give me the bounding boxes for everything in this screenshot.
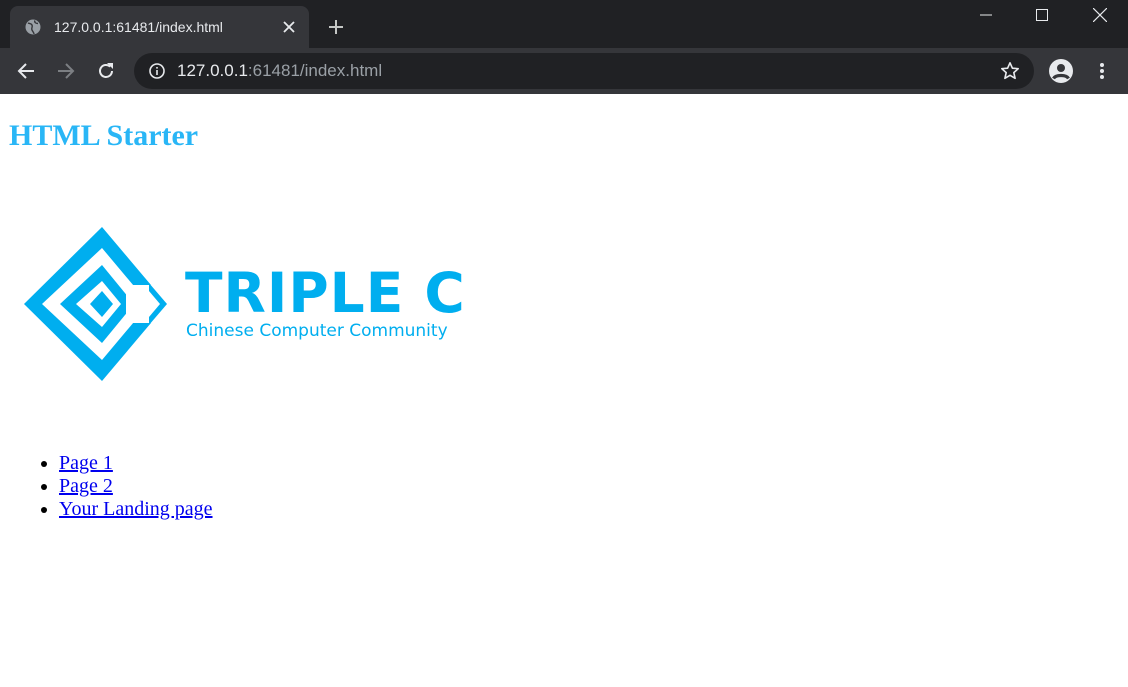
globe-icon bbox=[24, 18, 42, 36]
url-host: 127.0.0.1 bbox=[177, 61, 248, 80]
link-page-1[interactable]: Page 1 bbox=[59, 452, 113, 474]
link-landing-page[interactable]: Your Landing page bbox=[59, 498, 213, 520]
tab-title: 127.0.0.1:61481/index.html bbox=[54, 19, 223, 35]
logo-main-text: TRIPLE C bbox=[185, 261, 466, 325]
close-tab-icon[interactable] bbox=[279, 17, 299, 37]
url-path: :61481/index.html bbox=[247, 61, 383, 80]
minimize-icon[interactable] bbox=[958, 0, 1014, 30]
list-item: Page 2 bbox=[59, 475, 213, 498]
browser-tab[interactable]: 127.0.0.1:61481/index.html bbox=[10, 6, 309, 48]
browser-toolbar: 127.0.0.1:61481/index.html bbox=[0, 48, 1128, 94]
more-menu-icon[interactable] bbox=[1088, 57, 1116, 85]
reload-icon[interactable] bbox=[92, 57, 120, 85]
tab-strip: 127.0.0.1:61481/index.html bbox=[0, 0, 1128, 48]
forward-arrow-icon[interactable] bbox=[52, 57, 80, 85]
window-close-icon[interactable] bbox=[1072, 0, 1128, 30]
bookmark-star-icon[interactable] bbox=[998, 59, 1022, 83]
back-arrow-icon[interactable] bbox=[12, 57, 40, 85]
profile-avatar-icon[interactable] bbox=[1047, 57, 1075, 85]
logo-mark-icon bbox=[24, 227, 172, 381]
list-item: Page 1 bbox=[59, 452, 213, 475]
site-info-icon[interactable] bbox=[148, 62, 166, 80]
maximize-icon[interactable] bbox=[1014, 0, 1070, 30]
page-title: HTML Starter bbox=[9, 119, 199, 152]
list-item: Your Landing page bbox=[59, 498, 213, 521]
link-page-2[interactable]: Page 2 bbox=[59, 475, 113, 497]
browser-chrome: 127.0.0.1:61481/index.html 127.0.0.1:614… bbox=[0, 0, 1128, 94]
address-bar[interactable]: 127.0.0.1:61481/index.html bbox=[134, 53, 1034, 89]
url-text: 127.0.0.1:61481/index.html bbox=[177, 61, 998, 81]
logo-sub-text: Chinese Computer Community bbox=[186, 321, 448, 341]
new-tab-icon[interactable] bbox=[324, 15, 348, 39]
triple-c-logo: TRIPLE C Chinese Computer Community bbox=[22, 225, 482, 383]
page-link-list: Page 1 Page 2 Your Landing page bbox=[0, 452, 213, 521]
